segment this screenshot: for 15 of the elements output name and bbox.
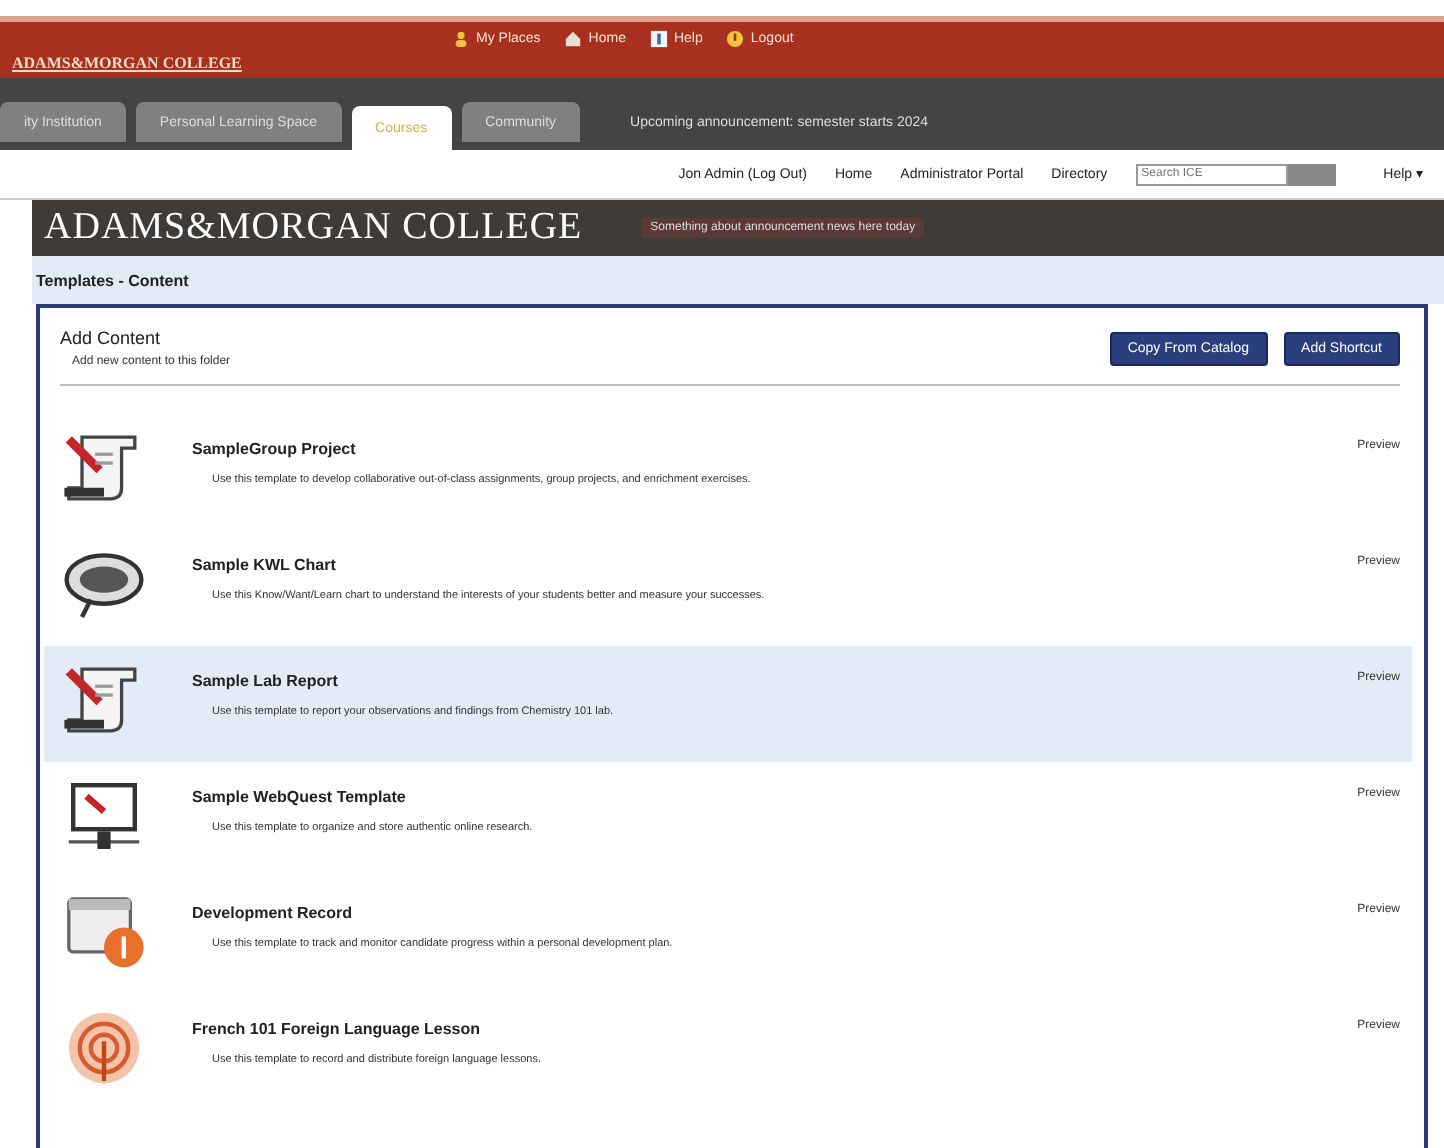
site-name: ADAMS&MORGAN COLLEGE bbox=[10, 54, 244, 76]
logout-icon bbox=[726, 30, 745, 48]
template-title[interactable]: Sample KWL Chart bbox=[192, 556, 1358, 574]
help-icon bbox=[649, 30, 668, 48]
breadcrumb: Templates - Content bbox=[36, 271, 189, 289]
template-title[interactable]: Development Record bbox=[192, 904, 1358, 922]
college-name: ADAMS&MORGAN COLLEGE bbox=[44, 206, 583, 250]
search-button[interactable] bbox=[1287, 163, 1336, 185]
home-icon bbox=[564, 30, 583, 48]
panel-title: Add Content bbox=[60, 328, 163, 348]
template-title[interactable]: Sample WebQuest Template bbox=[192, 788, 1358, 806]
template-title[interactable]: SampleGroup Project bbox=[192, 440, 1358, 458]
person-icon bbox=[452, 30, 470, 48]
template-title[interactable]: French 101 Foreign Language Lesson bbox=[192, 1020, 1358, 1038]
template-title[interactable]: Sample Lab Report bbox=[192, 672, 1358, 690]
